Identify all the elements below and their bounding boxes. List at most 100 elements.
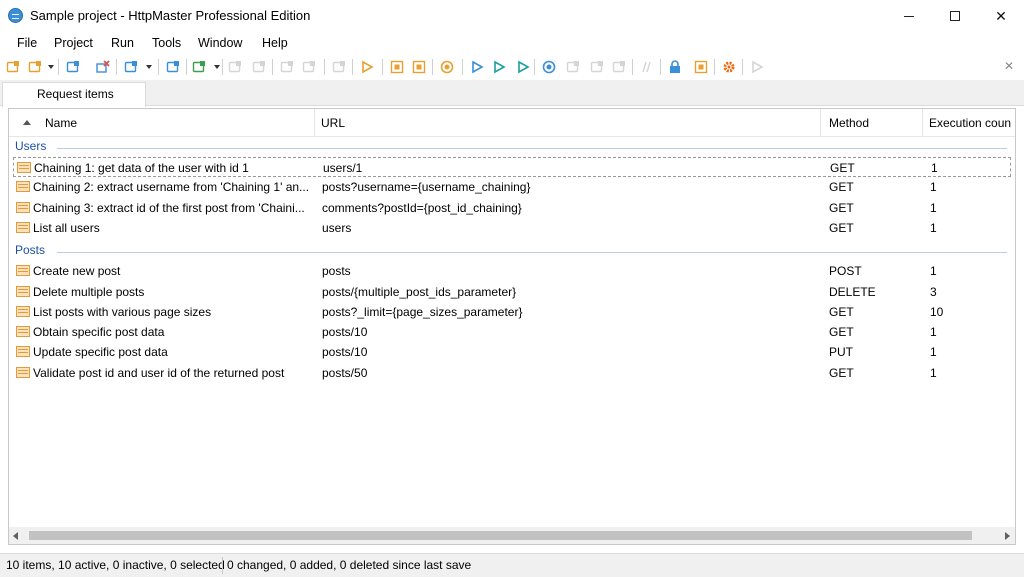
cell-name: Validate post id and user id of the retu…: [33, 365, 285, 380]
minimize-button[interactable]: [886, 0, 932, 32]
run-selected-button[interactable]: [514, 58, 532, 76]
scroll-left-icon[interactable]: [13, 532, 18, 540]
toolbar-close-icon[interactable]: ✕: [1004, 59, 1014, 73]
request-items-list: Name URL Method Execution coun Users Chai…: [8, 108, 1016, 545]
menu-help[interactable]: Help: [262, 36, 288, 50]
menu-run[interactable]: Run: [111, 36, 134, 50]
cell-url: posts: [322, 264, 351, 279]
cookie-button[interactable]: [692, 58, 710, 76]
group-button[interactable]: [330, 58, 348, 76]
cell-method: GET: [830, 161, 855, 175]
scroll-right-icon[interactable]: [1005, 532, 1010, 540]
table-row[interactable]: Delete multiple posts posts/{multiple_pos…: [13, 282, 1011, 302]
add-item-icon: [6, 60, 20, 74]
results-button[interactable]: [588, 58, 606, 76]
add-group-icon: [28, 60, 42, 74]
maximize-button[interactable]: [932, 0, 978, 32]
table-row[interactable]: Chaining 2: extract username from 'Chain…: [13, 177, 1011, 197]
dropdown-arrow-icon[interactable]: [214, 65, 220, 69]
move-up-button[interactable]: [226, 58, 244, 76]
delete-button[interactable]: [94, 58, 112, 76]
menu-project[interactable]: Project: [54, 36, 93, 50]
column-header-execution-count[interactable]: Execution coun: [923, 109, 1015, 137]
group-header-users[interactable]: Users: [15, 139, 46, 153]
lock-button[interactable]: [666, 58, 684, 76]
tab-request-items[interactable]: Request items: [2, 82, 146, 107]
step-button[interactable]: [610, 58, 628, 76]
toolbar-separator: [714, 59, 715, 75]
table-row[interactable]: List all users users GET 1: [13, 218, 1011, 238]
menu-window[interactable]: Window: [198, 36, 242, 50]
dropdown-arrow-icon[interactable]: [48, 65, 54, 69]
table-row[interactable]: Chaining 1: get data of the user with id…: [13, 157, 1011, 177]
cell-name: Chaining 1: get data of the user with id…: [34, 161, 249, 175]
table-row[interactable]: Obtain specific post data posts/10 GET 1: [13, 322, 1011, 342]
add-item-button[interactable]: [4, 58, 22, 76]
comment-button[interactable]: [638, 58, 656, 76]
cell-method: GET: [829, 325, 854, 340]
cell-url: posts/10: [322, 325, 368, 340]
table-row[interactable]: Chaining 3: extract id of the first post…: [13, 198, 1011, 218]
menu-file[interactable]: File: [17, 36, 37, 50]
add-group-button[interactable]: [26, 58, 44, 76]
column-header-url[interactable]: URL: [315, 109, 821, 137]
cell-count: 1: [930, 200, 937, 215]
cell-count: 10: [930, 304, 944, 319]
group-header-posts[interactable]: Posts: [15, 243, 45, 257]
toolbar-separator: [660, 59, 661, 75]
run-order-button[interactable]: [358, 58, 376, 76]
cell-count: 1: [930, 220, 937, 235]
edit-button[interactable]: [122, 58, 140, 76]
cell-name: Obtain specific post data: [33, 325, 165, 340]
toolbar-separator: [116, 59, 117, 75]
table-row[interactable]: Update specific post data posts/10 PUT 1: [13, 342, 1011, 362]
cell-count: 1: [930, 345, 937, 360]
forward-button[interactable]: [748, 58, 766, 76]
cell-method: GET: [829, 180, 854, 195]
cell-url: posts?username={username_chaining}: [322, 180, 531, 195]
column-header-name[interactable]: Name: [9, 109, 315, 137]
tab-strip: Request items: [0, 80, 1024, 107]
settings-button[interactable]: [720, 58, 738, 76]
globe-button[interactable]: [438, 58, 456, 76]
home-icon: [66, 60, 80, 74]
cell-url: users/1: [323, 161, 363, 175]
clone-button[interactable]: [164, 58, 182, 76]
cell-name: Update specific post data: [33, 345, 168, 360]
move-down-icon: [252, 60, 266, 74]
run-button[interactable]: [468, 58, 486, 76]
table-row[interactable]: Validate post id and user id of the retu…: [13, 363, 1011, 383]
close-button[interactable]: ✕: [978, 0, 1024, 32]
table-row[interactable]: Create new post posts POST 1: [13, 261, 1011, 281]
results-icon: [590, 60, 604, 74]
find-button[interactable]: [410, 58, 428, 76]
toolbar-separator: [324, 59, 325, 75]
menu-tools[interactable]: Tools: [152, 36, 181, 50]
request-item-icon: [16, 366, 30, 378]
column-header-method[interactable]: Method: [821, 109, 923, 137]
toolbar-separator: [222, 59, 223, 75]
list-header: Name URL Method Execution coun: [9, 109, 1015, 137]
request-item-icon: [16, 221, 30, 233]
scrollbar-thumb[interactable]: [29, 531, 972, 540]
stop-button[interactable]: [564, 58, 582, 76]
toolbar-separator: [432, 59, 433, 75]
select-button[interactable]: [388, 58, 406, 76]
globe-icon: [440, 60, 454, 74]
execute-button[interactable]: [540, 58, 558, 76]
cell-name: List all users: [33, 220, 100, 235]
toolbar-separator: [158, 59, 159, 75]
add-parameter-button[interactable]: [190, 58, 208, 76]
table-row[interactable]: List posts with various page sizes posts?…: [13, 302, 1011, 322]
request-item-icon: [16, 181, 30, 193]
move-down-button[interactable]: [250, 58, 268, 76]
run-all-button[interactable]: [490, 58, 508, 76]
toolbar-separator: [352, 59, 353, 75]
cell-url: posts/{multiple_post_ids_parameter}: [322, 284, 517, 299]
horizontal-scrollbar[interactable]: [9, 527, 1015, 544]
expand-button[interactable]: [300, 58, 318, 76]
cell-count: 1: [930, 365, 937, 380]
collapse-button[interactable]: [278, 58, 296, 76]
home-button[interactable]: [64, 58, 82, 76]
dropdown-arrow-icon[interactable]: [146, 65, 152, 69]
